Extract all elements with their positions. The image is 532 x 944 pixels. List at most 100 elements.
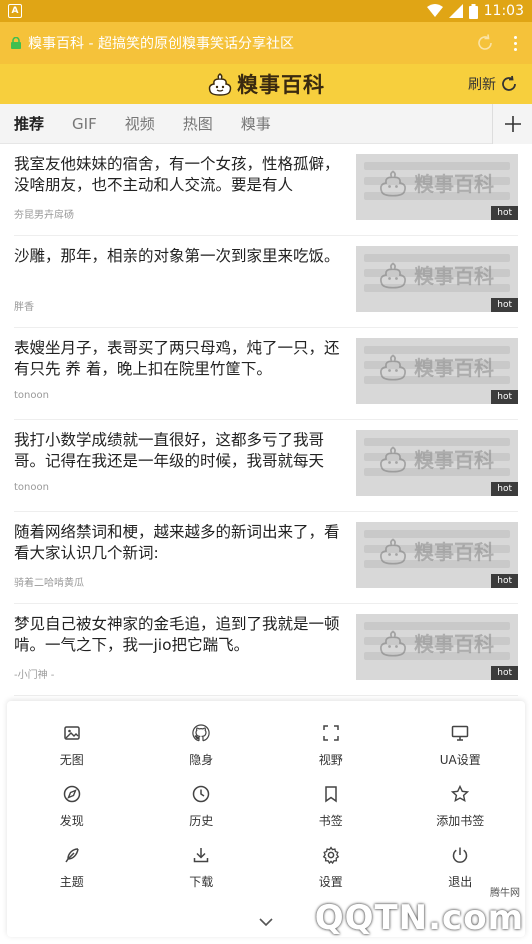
menu-item-label: UA设置 (439, 753, 481, 767)
poop-mascot-icon (380, 629, 406, 657)
feed-item-thumbnail[interactable]: 糗事百科 hot (356, 522, 518, 588)
thumbnail-watermark-text: 糗事百科 (414, 356, 494, 380)
feed-item-title[interactable]: 我室友他妹妹的宿舍，有一个女孩，性格孤僻，没啥朋友，也不主动和人交流。要是有人 (14, 154, 344, 198)
menu-item-label: 书签 (318, 814, 343, 828)
feed-item-author[interactable]: 胖香 (14, 298, 344, 313)
url-text: 糗事百科 - 超搞笑的原创糗事笑话分享社区 (28, 36, 294, 52)
feed-item-author[interactable]: 骑着二哈啃黄瓜 (14, 574, 344, 589)
category-tabs: 推荐 GIF 视频 热图 糗事 (0, 104, 532, 144)
feed-item-author[interactable]: -小门神 - (14, 666, 344, 681)
notification-a-icon: A (8, 4, 22, 18)
tab-hot-images[interactable]: 热图 (169, 104, 227, 144)
tab-video[interactable]: 视频 (111, 104, 169, 144)
feather-icon (65, 848, 79, 863)
github-icon (192, 724, 210, 742)
feed-item-thumbnail[interactable]: 糗事百科 hot (356, 338, 518, 404)
menu-item-label: 主题 (59, 875, 84, 889)
feed-item-thumbnail[interactable]: 糗事百科 hot (356, 614, 518, 680)
signal-icon (448, 4, 463, 18)
status-bar: A 11:03 (0, 0, 532, 22)
thumbnail-watermark-text: 糗事百科 (414, 264, 494, 288)
feed-item[interactable]: 我打小数学成绩就一直很好，这都多亏了我哥哥。记得在我还是一年级的时候，我哥就每天… (14, 420, 518, 512)
battery-icon (468, 3, 478, 19)
site-logo[interactable]: 糗事百科 (207, 69, 325, 99)
thumbnail-watermark: 糗事百科 (378, 260, 494, 289)
menu-item-settings[interactable]: 设置 (266, 845, 396, 906)
menu-item-image[interactable]: 无图 (7, 723, 137, 784)
poop-mascot-icon (380, 169, 406, 197)
feed-item-author[interactable]: tonoon (14, 482, 344, 493)
feed-item-text: 我室友他妹妹的宿舍，有一个女孩，性格孤僻，没啥朋友，也不主动和人交流。要是有人 … (14, 154, 356, 235)
thumbnail-watermark: 糗事百科 (378, 444, 494, 473)
feed-item-thumbnail[interactable]: 糗事百科 hot (356, 154, 518, 220)
thumbnail-watermark: 糗事百科 (378, 628, 494, 657)
tab-jokes[interactable]: 糗事 (227, 104, 285, 144)
clock-time: 11:03 (483, 3, 524, 19)
feed-item-text: 我打小数学成绩就一直很好，这都多亏了我哥哥。记得在我还是一年级的时候，我哥就每天… (14, 430, 356, 511)
refresh-label: 刷新 (468, 77, 496, 93)
feed-item-title[interactable]: 表嫂坐月子，表哥买了两只母鸡，炖了一只，还有只先 养 着，晚上扣在院里竹筐下。 (14, 338, 344, 382)
chevron-down-icon[interactable] (258, 917, 274, 927)
browser-url-bar: 糗事百科 - 超搞笑的原创糗事笑话分享社区 (0, 22, 532, 64)
menu-item-compass[interactable]: 发现 (7, 784, 137, 845)
clock-icon (193, 785, 210, 803)
feed-item[interactable]: 我室友他妹妹的宿舍，有一个女孩，性格孤僻，没啥朋友，也不主动和人交流。要是有人 … (14, 144, 518, 236)
feed-item-title[interactable]: 随着网络禁词和梗，越来越多的新词出来了，看看大家认识几个新词: (14, 522, 344, 566)
feed-item-thumbnail[interactable]: 糗事百科 hot (356, 246, 518, 312)
menu-item-label: 隐身 (189, 753, 214, 767)
feed-item[interactable]: 梦见自己被女神家的金毛追，追到了我就是一顿啃。一气之下，我一jio把它踹飞。 -… (14, 604, 518, 696)
feed-item[interactable]: 沙雕，那年，相亲的对象第一次到家里来吃饭。 胖香 糗事百科 hot (14, 236, 518, 328)
tab-recommend[interactable]: 推荐 (0, 104, 58, 144)
hot-badge: hot (491, 206, 518, 220)
menu-item-monitor[interactable]: UA设置 (396, 723, 526, 784)
feed-item[interactable]: 表嫂坐月子，表哥买了两只母鸡，炖了一只，还有只先 养 着，晚上扣在院里竹筐下。 … (14, 328, 518, 420)
address-field[interactable]: 糗事百科 - 超搞笑的原创糗事笑话分享社区 (10, 28, 464, 58)
menu-item-star[interactable]: 添加书签 (396, 784, 526, 845)
power-icon (453, 847, 468, 863)
image-icon (64, 726, 80, 740)
thumbnail-watermark-text: 糗事百科 (414, 540, 494, 564)
menu-item-bookmark[interactable]: 书签 (266, 784, 396, 845)
fullscreen-icon (323, 725, 339, 741)
reload-icon[interactable] (474, 32, 496, 54)
feed-item-title[interactable]: 我打小数学成绩就一直很好，这都多亏了我哥哥。记得在我还是一年级的时候，我哥就每天 (14, 430, 344, 474)
poop-mascot-icon (380, 537, 406, 565)
refresh-icon (502, 75, 516, 91)
menu-item-clock[interactable]: 历史 (137, 784, 267, 845)
download-icon (194, 848, 209, 863)
menu-item-feather[interactable]: 主题 (7, 845, 137, 906)
watermark-brand-text: QQTN.com (314, 898, 524, 938)
menu-item-github[interactable]: 隐身 (137, 723, 267, 784)
plus-icon (504, 116, 521, 132)
menu-item-download[interactable]: 下载 (137, 845, 267, 906)
thumbnail-watermark: 糗事百科 (378, 352, 494, 381)
add-tab-button[interactable] (492, 104, 532, 144)
menu-item-fullscreen[interactable]: 视野 (266, 723, 396, 784)
tab-gif[interactable]: GIF (58, 104, 111, 144)
menu-item-label: 添加书签 (436, 814, 485, 828)
refresh-button[interactable]: 刷新 (468, 64, 518, 104)
monitor-icon (452, 725, 469, 741)
hot-badge: hot (491, 574, 518, 588)
feed-item-title[interactable]: 梦见自己被女神家的金毛追，追到了我就是一顿啃。一气之下，我一jio把它踹飞。 (14, 614, 344, 658)
feed-item-author[interactable]: 夯昆男卉戽砀 (14, 206, 344, 221)
poop-mascot-icon (208, 73, 232, 96)
overflow-menu-icon[interactable] (504, 32, 526, 54)
site-header: 糗事百科 刷新 (0, 64, 532, 104)
menu-item-label: 历史 (189, 814, 214, 828)
feed-item-text: 随着网络禁词和梗，越来越多的新词出来了，看看大家认识几个新词: 骑着二哈啃黄瓜 (14, 522, 356, 603)
compass-icon (63, 785, 80, 803)
hot-badge: hot (491, 482, 518, 496)
thumbnail-watermark: 糗事百科 (378, 536, 494, 565)
watermark-small-text: 腾牛网 (490, 888, 520, 899)
menu-item-label: 发现 (59, 814, 84, 828)
feed-item-title[interactable]: 沙雕，那年，相亲的对象第一次到家里来吃饭。 (14, 246, 344, 290)
feed-item[interactable]: 随着网络禁词和梗，越来越多的新词出来了，看看大家认识几个新词: 骑着二哈啃黄瓜 … (14, 512, 518, 604)
menu-item-label: 设置 (318, 875, 343, 889)
feed-item-text: 梦见自己被女神家的金毛追，追到了我就是一顿啃。一气之下，我一jio把它踹飞。 -… (14, 614, 356, 695)
thumbnail-watermark-text: 糗事百科 (414, 632, 494, 656)
menu-item-label: 退出 (448, 875, 473, 889)
feed-item-thumbnail[interactable]: 糗事百科 hot (356, 430, 518, 496)
feed-item-author[interactable]: tonoon (14, 390, 344, 401)
thumbnail-watermark: 糗事百科 (378, 168, 494, 197)
